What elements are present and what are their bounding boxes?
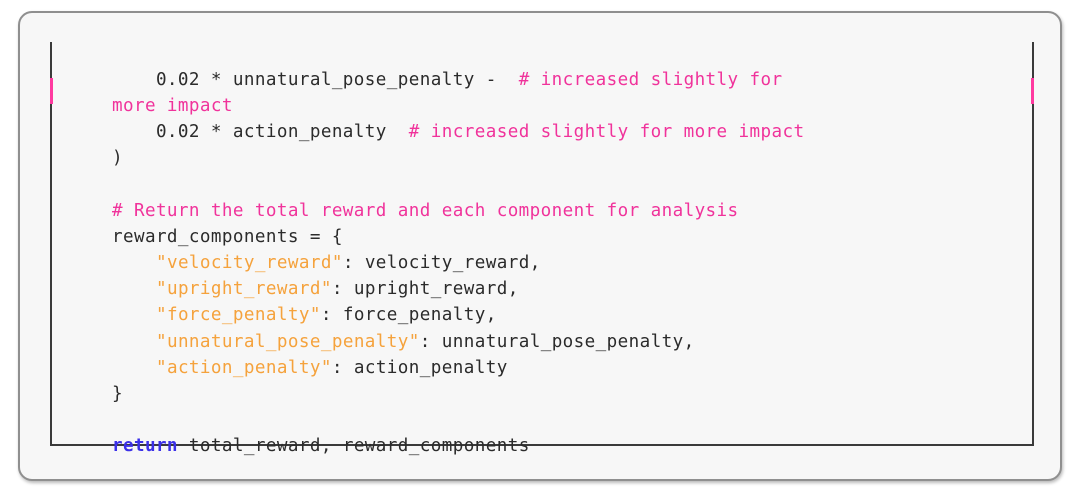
code-line: "upright_reward": upright_reward, xyxy=(68,276,1026,302)
code-token-plain: 0.02 * action_penalty xyxy=(68,122,409,142)
code-token-comment: # increased slightly for xyxy=(518,69,783,90)
code-token-plain: 0.02 * unnatural_pose_penalty - xyxy=(68,69,519,90)
code-text[interactable]: 0.02 * unnatural_pose_penalty - # increa… xyxy=(68,67,1026,460)
code-line: reward_components = { xyxy=(68,224,1026,250)
code-token-string: "upright_reward" xyxy=(155,279,332,300)
wrapped-line-marker-left xyxy=(50,78,53,104)
code-line: more impact xyxy=(68,93,1026,119)
code-token-plain: : upright_reward, xyxy=(331,279,519,300)
code-token-plain: reward_components = { xyxy=(68,226,343,247)
code-line: } xyxy=(68,381,1026,407)
code-token-plain: total_reward, reward_components xyxy=(177,436,530,457)
code-token-string: "velocity_reward" xyxy=(155,253,343,274)
code-token-string: "unnatural_pose_penalty" xyxy=(155,331,420,352)
code-token-comment: more impact xyxy=(68,95,233,116)
code-line: 0.02 * action_penalty # increased slight… xyxy=(68,119,1026,145)
code-line: "unnatural_pose_penalty": unnatural_pose… xyxy=(68,329,1026,355)
code-snippet-card: 0.02 * unnatural_pose_penalty - # increa… xyxy=(18,11,1062,481)
code-token-plain: : velocity_reward, xyxy=(342,253,541,274)
code-token-string: "action_penalty" xyxy=(155,357,332,378)
code-line: "force_penalty": force_penalty, xyxy=(68,302,1026,328)
code-token-keyword: return xyxy=(68,436,178,457)
code-token-comment: # increased slightly for more impact xyxy=(408,122,805,142)
code-line: 0.02 * unnatural_pose_penalty - # increa… xyxy=(68,67,1026,93)
code-token-plain: : action_penalty xyxy=(331,357,508,378)
code-line: "action_penalty": action_penalty xyxy=(68,355,1026,381)
code-line: # Return the total reward and each compo… xyxy=(68,198,1026,224)
code-token-plain: : unnatural_pose_penalty, xyxy=(419,331,695,352)
code-token-string: "force_penalty" xyxy=(155,305,321,326)
wrapped-line-marker-right xyxy=(1031,78,1034,104)
code-token-plain: } xyxy=(68,384,123,405)
code-block-frame: 0.02 * unnatural_pose_penalty - # increa… xyxy=(50,42,1034,456)
code-token-plain: ) xyxy=(68,148,123,169)
code-line: ) xyxy=(68,145,1026,171)
code-token-plain: : force_penalty, xyxy=(320,305,497,326)
code-line: "velocity_reward": velocity_reward, xyxy=(68,250,1026,276)
code-line: return total_reward, reward_components xyxy=(68,433,1026,459)
code-token-comment: # Return the total reward and each compo… xyxy=(68,200,739,221)
